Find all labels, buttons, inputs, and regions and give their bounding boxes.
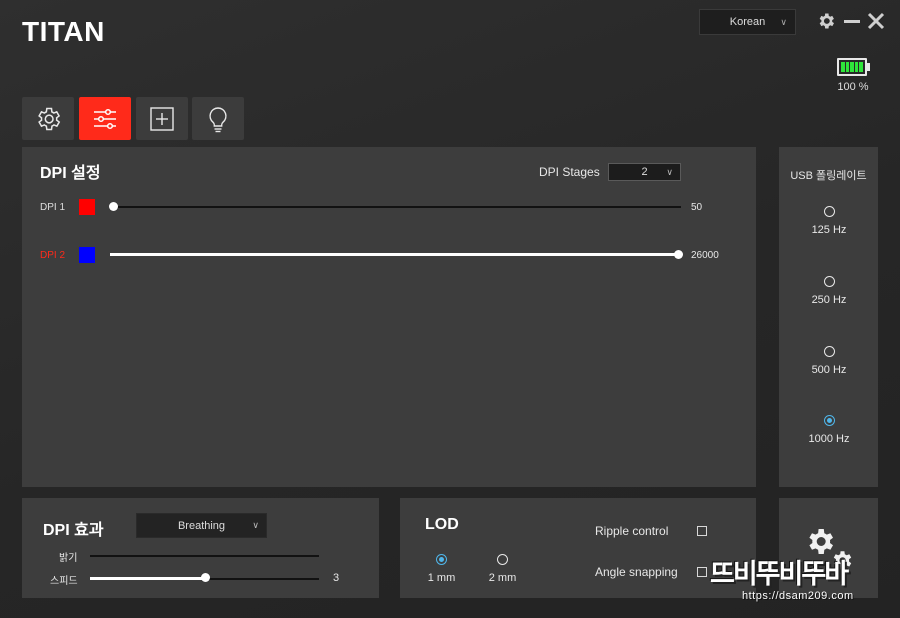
- lod-title: LOD: [425, 516, 459, 533]
- brightness-label: 밝기: [59, 553, 78, 564]
- watermark: 뜨비뚜비뚜바 https://dsam209.com: [710, 552, 886, 608]
- battery-tip: [867, 63, 870, 71]
- dpi-stages-label: DPI Stages: [539, 165, 600, 179]
- battery-cell: [859, 62, 863, 72]
- dpi-settings-panel: [22, 147, 756, 487]
- gear-icon: [38, 107, 61, 130]
- lod-1mm-label: 1 mm: [427, 572, 456, 584]
- tab-macro[interactable]: [136, 97, 188, 140]
- lod-2mm-label: 2 mm: [488, 572, 517, 584]
- close-button[interactable]: [865, 10, 887, 32]
- dpi-effect-value: Breathing: [177, 519, 226, 532]
- gear-icon: [819, 13, 834, 29]
- watermark-title: 뜨비뚜비뚜바: [710, 559, 849, 589]
- dpi-2-slider-thumb[interactable]: [674, 250, 683, 259]
- language-select-value: Korean: [729, 16, 766, 28]
- ripple-control-label: Ripple control: [595, 524, 669, 538]
- polling-rate-title: USB 폴링레이트: [790, 170, 867, 182]
- tab-settings[interactable]: [22, 97, 74, 140]
- chevron-down-icon: ∨: [666, 166, 673, 177]
- speed-value: 3: [333, 572, 340, 584]
- minimize-icon: [844, 20, 860, 23]
- lod-1mm-radio[interactable]: [436, 554, 447, 565]
- close-icon: [867, 12, 885, 30]
- speed-slider-thumb[interactable]: [200, 573, 210, 582]
- language-select[interactable]: Korean ∨: [699, 9, 796, 35]
- angle-snapping-label: Angle snapping: [595, 565, 678, 579]
- polling-125-radio[interactable]: [824, 206, 835, 217]
- angle-snapping-checkbox[interactable]: [697, 567, 707, 577]
- dpi-1-slider-thumb[interactable]: [109, 202, 118, 211]
- battery-cell: [845, 62, 850, 72]
- polling-250-radio[interactable]: [824, 276, 835, 287]
- ripple-control-checkbox[interactable]: [697, 526, 707, 536]
- chevron-down-icon: ∨: [780, 17, 787, 27]
- sliders-icon: [94, 108, 116, 129]
- dpi-stages-value: 2: [641, 166, 648, 178]
- brightness-slider-track[interactable]: [90, 555, 319, 557]
- dpi-effect-title: DPI 효과: [43, 522, 104, 539]
- lightbulb-icon: [209, 106, 227, 132]
- polling-500-radio[interactable]: [824, 346, 835, 357]
- app-window: TITAN Korean ∨ 100 % DPI 설정 DPI Stages 2…: [0, 0, 900, 618]
- dpi-settings-title: DPI 설정: [40, 165, 101, 182]
- dpi-2-slider-fill: [110, 253, 681, 256]
- battery-indicator: [837, 58, 867, 76]
- battery-cell: [841, 62, 845, 72]
- tab-dpi[interactable]: [79, 97, 131, 140]
- dpi-effect-select[interactable]: Breathing ∨: [136, 513, 267, 538]
- dpi-stages-select[interactable]: 2 ∨: [608, 163, 681, 181]
- polling-125-label: 125 Hz: [811, 224, 847, 236]
- dpi-2-color-swatch[interactable]: [79, 247, 95, 263]
- battery-percent: 100 %: [837, 81, 869, 93]
- speed-slider-fill: [90, 577, 205, 580]
- settings-button[interactable]: [815, 10, 837, 32]
- tab-lighting[interactable]: [192, 97, 244, 140]
- polling-1000-radio[interactable]: [824, 415, 835, 426]
- battery-cell: [854, 62, 859, 72]
- polling-500-label: 500 Hz: [811, 364, 847, 376]
- polling-1000-label: 1000 Hz: [808, 433, 850, 445]
- chevron-down-icon: ∨: [252, 520, 259, 530]
- minimize-button[interactable]: [841, 10, 863, 32]
- battery-cell: [850, 62, 854, 72]
- speed-label: 스피드: [50, 576, 78, 587]
- plus-box-icon: [150, 106, 174, 131]
- polling-250-label: 250 Hz: [811, 294, 847, 306]
- lod-2mm-radio[interactable]: [497, 554, 508, 565]
- dpi-1-slider-track[interactable]: [110, 206, 681, 208]
- dpi-1-label: DPI 1: [40, 202, 66, 213]
- dpi-2-value: 26000: [691, 250, 719, 261]
- dpi-1-value: 50: [691, 202, 703, 213]
- dpi-2-label: DPI 2: [40, 250, 66, 261]
- watermark-url: https://dsam209.com: [742, 590, 854, 602]
- dpi-1-color-swatch[interactable]: [79, 199, 95, 215]
- titan-logo: TITAN: [22, 16, 105, 47]
